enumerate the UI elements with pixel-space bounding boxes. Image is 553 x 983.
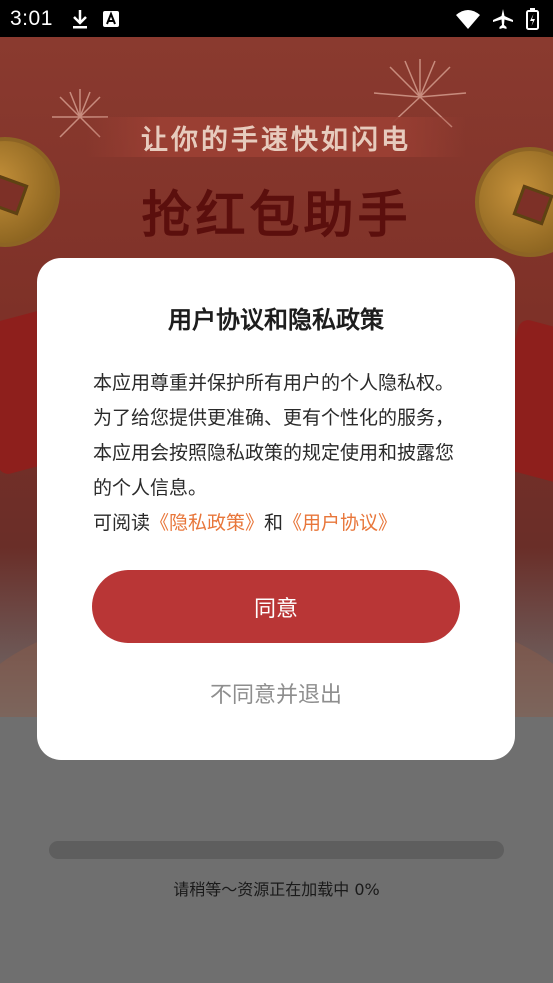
privacy-policy-link[interactable]: 《隐私政策》 <box>150 512 264 534</box>
dialog-links-line: 可阅读《隐私政策》和《用户协议》 <box>93 506 473 541</box>
slogan-banner: 让你的手速快如闪电 <box>86 117 466 157</box>
dialog-title: 用户协议和隐私政策 <box>168 306 384 334</box>
user-agreement-link[interactable]: 《用户协议》 <box>283 512 397 534</box>
loading-progress-bar <box>49 841 504 859</box>
font-icon <box>102 10 119 27</box>
slogan-text: 让你的手速快如闪电 <box>141 124 411 156</box>
links-and: 和 <box>264 512 284 534</box>
battery-charging-icon <box>526 7 539 30</box>
links-prefix: 可阅读 <box>93 512 151 534</box>
app-title: 抢红包助手 <box>141 186 412 244</box>
agree-button[interactable]: 同意 <box>92 570 460 643</box>
dialog-body-text: 本应用尊重并保护所有用户的个人隐私权。为了给您提供更准确、更有个性化的服务，本应… <box>93 372 455 499</box>
privacy-dialog: 用户协议和隐私政策 本应用尊重并保护所有用户的个人隐私权。为了给您提供更准确、更… <box>37 258 515 760</box>
disagree-exit-button[interactable]: 不同意并退出 <box>37 677 515 709</box>
download-icon <box>71 9 89 29</box>
airplane-mode-icon <box>492 8 514 30</box>
loading-text: 请稍等～资源正在加载中 0% <box>173 880 380 899</box>
wifi-icon <box>456 9 480 29</box>
status-time: 3:01 <box>10 6 53 30</box>
status-bar: 3:01 <box>0 0 553 37</box>
